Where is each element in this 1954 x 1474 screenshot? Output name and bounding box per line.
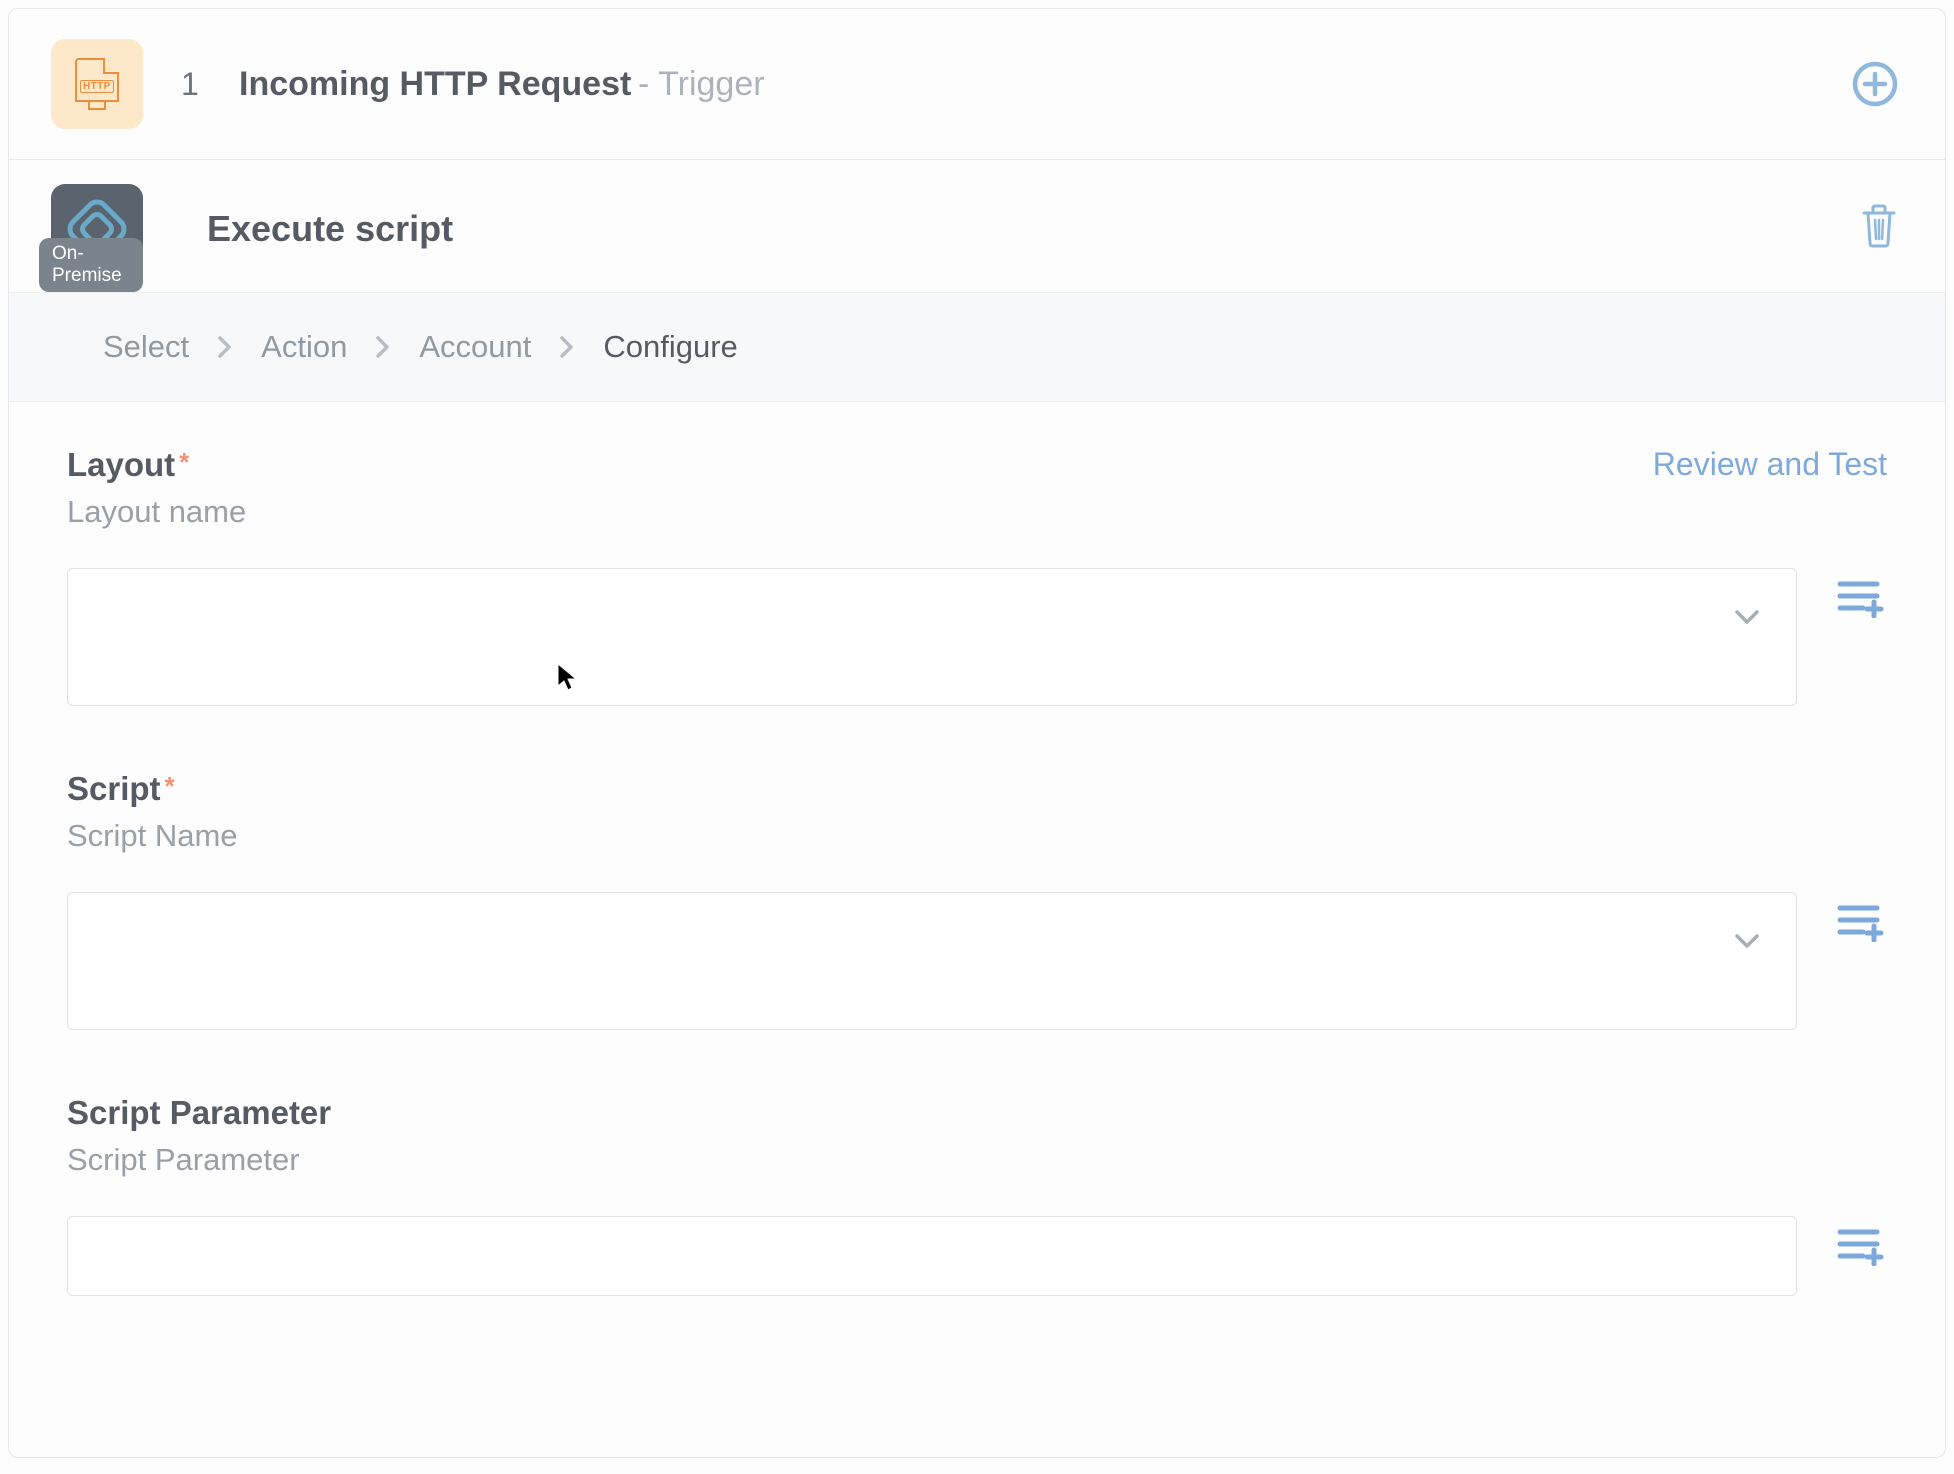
insert-variable-icon bbox=[1837, 1226, 1887, 1266]
chevron-down-icon bbox=[1734, 929, 1760, 957]
script-parameter-input[interactable] bbox=[67, 1216, 1797, 1296]
breadcrumb-action[interactable]: Action bbox=[261, 329, 347, 365]
insert-variable-button-script[interactable] bbox=[1837, 902, 1887, 942]
field-sub-layout: Layout name bbox=[67, 494, 1887, 530]
required-indicator: * bbox=[165, 771, 175, 802]
review-and-test-link[interactable]: Review and Test bbox=[1653, 446, 1887, 483]
field-title-script-text: Script bbox=[67, 770, 161, 808]
breadcrumb-configure[interactable]: Configure bbox=[603, 329, 737, 365]
field-group-script: Script * Script Name bbox=[67, 770, 1887, 1030]
field-title-script-parameter: Script Parameter bbox=[67, 1094, 1887, 1132]
breadcrumb: Select Action Account Configure bbox=[9, 293, 1945, 402]
field-title-layout-text: Layout bbox=[67, 446, 175, 484]
add-step-button[interactable] bbox=[1851, 60, 1899, 108]
layout-select[interactable] bbox=[67, 568, 1797, 706]
insert-variable-icon bbox=[1837, 578, 1887, 618]
field-title-script-parameter-text: Script Parameter bbox=[67, 1094, 331, 1132]
field-group-script-parameter: Script Parameter Script Parameter bbox=[67, 1094, 1887, 1296]
field-title-script: Script * bbox=[67, 770, 1887, 808]
field-sub-script: Script Name bbox=[67, 818, 1887, 854]
step-header-row: On-Premise Execute script bbox=[9, 160, 1945, 293]
insert-variable-button-script-parameter[interactable] bbox=[1837, 1226, 1887, 1266]
step-title: Execute script bbox=[207, 208, 453, 250]
chevron-right-icon bbox=[375, 335, 391, 359]
chevron-right-icon bbox=[559, 335, 575, 359]
workflow-panel: HTTP 1 Incoming HTTP Request - Trigger bbox=[8, 8, 1946, 1458]
required-indicator: * bbox=[179, 447, 189, 478]
breadcrumb-select[interactable]: Select bbox=[103, 329, 189, 365]
trigger-step-row[interactable]: HTTP 1 Incoming HTTP Request - Trigger bbox=[9, 9, 1945, 160]
field-sub-script-parameter: Script Parameter bbox=[67, 1142, 1887, 1178]
field-title-layout: Layout * bbox=[67, 446, 1887, 484]
insert-variable-icon bbox=[1837, 902, 1887, 942]
step-app-icon: On-Premise bbox=[51, 184, 143, 274]
trigger-title-group: Incoming HTTP Request - Trigger bbox=[239, 65, 765, 104]
trigger-title: Incoming HTTP Request bbox=[239, 65, 631, 103]
chevron-right-icon bbox=[217, 335, 233, 359]
onpremise-badge: On-Premise bbox=[39, 238, 143, 292]
script-select[interactable] bbox=[67, 892, 1797, 1030]
configure-form: Review and Test Layout * Layout name bbox=[9, 402, 1945, 1380]
insert-variable-button-layout[interactable] bbox=[1837, 578, 1887, 618]
delete-step-button[interactable] bbox=[1859, 203, 1899, 249]
breadcrumb-account[interactable]: Account bbox=[419, 329, 531, 365]
chevron-down-icon bbox=[1734, 605, 1760, 633]
field-group-layout: Layout * Layout name bbox=[67, 446, 1887, 706]
trigger-suffix: - Trigger bbox=[638, 65, 765, 103]
trigger-step-number: 1 bbox=[181, 66, 201, 103]
trash-icon bbox=[1859, 203, 1899, 249]
http-trigger-icon: HTTP bbox=[51, 39, 143, 129]
